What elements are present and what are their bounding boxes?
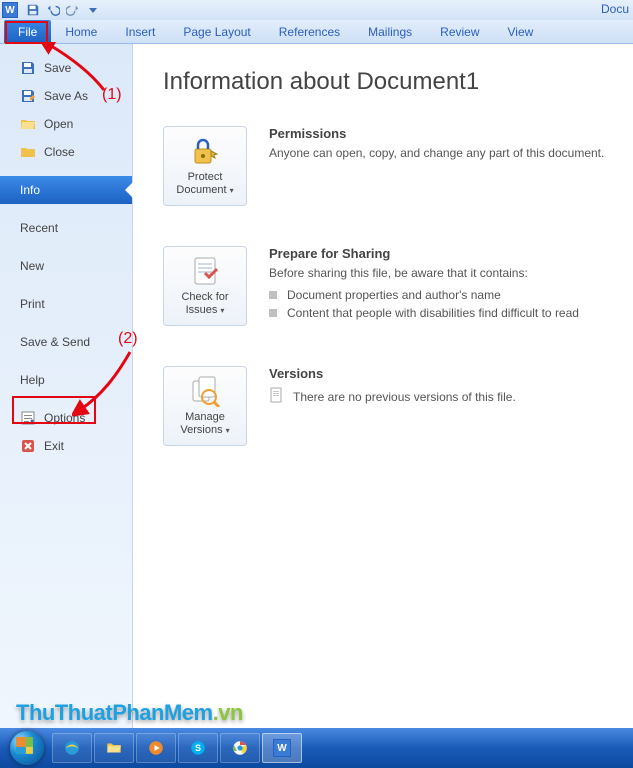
taskbar-word[interactable]: W [262,733,302,763]
page-title: Information about Document1 [163,68,617,96]
section-heading: Versions [269,366,617,381]
check-issues-button[interactable]: Check for Issues▾ [163,246,247,326]
options-icon [20,410,36,426]
nav-label: Save [44,61,71,75]
nav-label: Recent [20,221,58,235]
nav-label: Options [44,411,85,425]
nav-open[interactable]: Open [0,110,132,138]
bullet-icon [269,291,277,299]
qat-customize-icon[interactable] [84,1,102,19]
folder-open-icon [20,116,36,132]
nav-label: Help [20,373,45,387]
tab-file[interactable]: File [4,20,51,43]
button-label: Check for Issues▾ [179,291,230,317]
section-lead: Before sharing this file, be aware that … [269,265,617,282]
tab-view[interactable]: View [494,20,548,43]
versions-text: There are no previous versions of this f… [293,390,516,404]
nav-label: Save & Send [20,335,90,349]
button-label: Protect Document▾ [174,171,235,197]
nav-new[interactable]: New [0,252,132,280]
share-item: Content that people with disabilities fi… [269,306,617,320]
nav-label: Save As [44,89,88,103]
section-heading: Prepare for Sharing [269,246,617,261]
nav-label: Print [20,297,45,311]
backstage-content: Information about Document1 Protect Docu… [133,44,633,728]
nav-info[interactable]: Info [0,176,132,204]
quick-access-toolbar: W Docu [0,0,633,20]
tab-insert[interactable]: Insert [111,20,169,43]
section-heading: Permissions [269,126,617,141]
manage-versions-button[interactable]: Manage Versions▾ [163,366,247,446]
nav-save-send[interactable]: Save & Send [0,328,132,356]
prepare-section: Check for Issues▾ Prepare for Sharing Be… [163,246,617,326]
watermark: ThuThuatPhanMem.vn [16,700,243,726]
save-as-icon [20,88,36,104]
nav-exit[interactable]: Exit [0,432,132,460]
button-label: Manage Versions▾ [178,411,231,437]
taskbar-ie[interactable] [52,733,92,763]
protect-document-button[interactable]: Protect Document▾ [163,126,247,206]
nav-print[interactable]: Print [0,290,132,318]
check-issues-icon [189,255,221,287]
taskbar-chrome[interactable] [220,733,260,763]
nav-options[interactable]: Options [0,404,132,432]
taskbar-skype[interactable]: S [178,733,218,763]
nav-recent[interactable]: Recent [0,214,132,242]
backstage-view: Save Save As Open Close Info Recent [0,44,633,728]
qat-redo-icon[interactable] [64,1,82,19]
nav-label: Exit [44,439,64,453]
word-icon: W [273,739,291,757]
nav-help[interactable]: Help [0,366,132,394]
window-title: Docu [601,2,629,16]
save-icon [20,60,36,76]
annotation-number-1: (1) [102,86,122,104]
nav-close[interactable]: Close [0,138,132,166]
qat-undo-icon[interactable] [44,1,62,19]
taskbar-media[interactable] [136,733,176,763]
start-button[interactable] [4,730,50,766]
ribbon-tabs: File Home Insert Page Layout References … [0,20,633,44]
taskbar-explorer[interactable] [94,733,134,763]
nav-save[interactable]: Save [0,54,132,82]
nav-label: Open [44,117,73,131]
svg-text:S: S [195,743,201,753]
section-text: Anyone can open, copy, and change any pa… [269,145,617,162]
tab-review[interactable]: Review [426,20,493,43]
bullet-icon [269,309,277,317]
nav-label: New [20,259,44,273]
share-item: Document properties and author's name [269,288,617,302]
nav-label: Close [44,145,75,159]
word-app-icon[interactable]: W [2,2,18,18]
folder-close-icon [20,144,36,160]
tab-references[interactable]: References [265,20,354,43]
tab-mailings[interactable]: Mailings [354,20,426,43]
windows-taskbar: S W [0,728,633,768]
versions-icon [189,375,221,407]
backstage-sidebar: Save Save As Open Close Info Recent [0,44,133,728]
annotation-number-2: (2) [118,330,138,348]
tab-home[interactable]: Home [51,20,111,43]
versions-section: Manage Versions▾ Versions There are no p… [163,366,617,446]
permissions-section: Protect Document▾ Permissions Anyone can… [163,126,617,206]
nav-label: Info [20,183,40,197]
qat-save-icon[interactable] [24,1,42,19]
lock-key-icon [189,135,221,167]
doc-version-icon [269,387,285,406]
exit-icon [20,438,36,454]
tab-page-layout[interactable]: Page Layout [169,20,264,43]
windows-orb-icon [10,731,44,765]
